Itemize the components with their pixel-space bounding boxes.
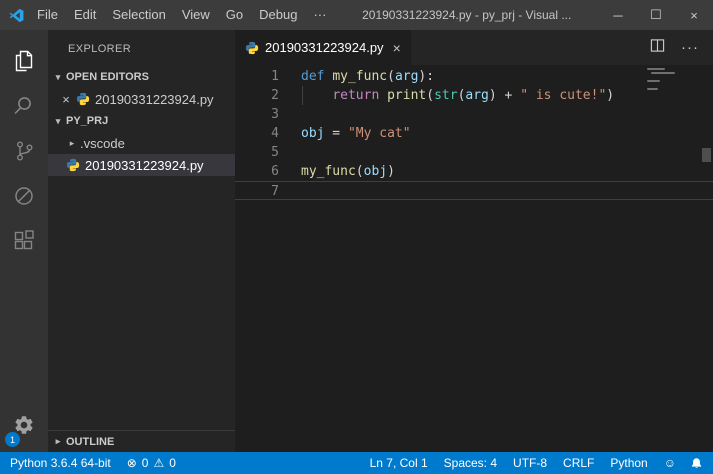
explorer-sidebar: EXPLORER ▾ OPEN EDITORS × 20190331223924… — [48, 30, 235, 452]
debug-icon[interactable] — [0, 173, 48, 218]
editor-more-actions-icon[interactable]: ··· — [681, 40, 699, 55]
source-control-icon[interactable] — [0, 128, 48, 173]
indentation-setting[interactable]: Spaces: 4 — [436, 452, 505, 474]
code-text: my_func(obj) — [301, 164, 395, 179]
menu-more-icon[interactable]: ··· — [305, 0, 334, 30]
open-editors-header[interactable]: ▾ OPEN EDITORS — [48, 66, 235, 88]
search-icon[interactable] — [0, 83, 48, 128]
code-editor[interactable]: 1 def my_func(arg): 2 return print(str(arg… — [235, 65, 713, 452]
code-line[interactable]: 6 my_func(obj) — [235, 162, 713, 181]
vscode-window: File Edit Selection View Go Debug ··· 20… — [0, 0, 713, 474]
code-line[interactable]: 3 — [235, 105, 713, 124]
problems-indicator[interactable]: ⊗ 0 ⚠ 0 — [119, 452, 184, 474]
code-line[interactable]: 5 — [235, 143, 713, 162]
minimap[interactable] — [647, 68, 675, 92]
activity-bar: 1 — [0, 30, 48, 452]
project-folder-label: PY_PRJ — [66, 115, 109, 127]
folder-name: .vscode — [80, 135, 125, 151]
file-item-selected[interactable]: 20190331223924.py — [48, 154, 235, 176]
code-text: return print(str(arg) + " is cute!") — [332, 88, 615, 103]
split-editor-icon[interactable] — [650, 38, 665, 58]
feedback-smiley-icon[interactable]: ☺ — [656, 452, 684, 474]
open-editors-label: OPEN EDITORS — [66, 71, 149, 83]
code-line[interactable]: 2 return print(str(arg) + " is cute!") — [235, 86, 713, 105]
chevron-down-icon: ▾ — [55, 115, 61, 126]
title-bar: File Edit Selection View Go Debug ··· 20… — [0, 0, 713, 30]
chevron-right-icon: ▸ — [69, 137, 75, 148]
outline-label: OUTLINE — [66, 435, 115, 448]
python-file-icon — [66, 158, 80, 172]
editor-group: 20190331223924.py × ··· 1 def my_func(arg… — [235, 30, 713, 452]
minimize-button[interactable]: ─ — [599, 0, 637, 30]
line-number: 3 — [271, 107, 279, 122]
workbench: 1 EXPLORER ▾ OPEN EDITORS × 201903312239… — [0, 30, 713, 452]
menu-selection[interactable]: Selection — [104, 0, 173, 30]
scrollbar-thumb[interactable] — [702, 148, 711, 162]
encoding-setting[interactable]: UTF-8 — [505, 452, 555, 474]
explorer-icon[interactable] — [0, 38, 48, 83]
project-folder-header[interactable]: ▾ PY_PRJ — [48, 110, 235, 132]
warning-icon: ⚠ — [153, 456, 165, 470]
window-title: 20190331223924.py - py_prj - Visual ... — [362, 8, 572, 22]
code-text: def my_func(arg): — [301, 69, 435, 84]
chevron-right-icon: ▸ — [55, 436, 61, 446]
code-line[interactable]: 4 obj = "My cat" — [235, 124, 713, 143]
settings-gear-icon[interactable]: 1 — [0, 404, 48, 447]
line-number: 4 — [271, 126, 279, 141]
indent-guide — [302, 86, 303, 105]
sidebar-title: EXPLORER — [68, 43, 132, 55]
tab-bar: 20190331223924.py × ··· — [235, 30, 713, 65]
close-editor-icon[interactable]: × — [58, 92, 74, 107]
line-number: 2 — [271, 88, 279, 103]
status-bar-right: Ln 7, Col 1 Spaces: 4 UTF-8 CRLF Python … — [360, 452, 713, 474]
close-tab-icon[interactable]: × — [393, 40, 401, 56]
python-file-icon — [245, 41, 259, 55]
tab-label: 20190331223924.py — [265, 40, 384, 55]
menu-edit[interactable]: Edit — [66, 0, 104, 30]
language-mode[interactable]: Python — [602, 452, 655, 474]
menu-view[interactable]: View — [174, 0, 218, 30]
warning-count: 0 — [169, 456, 176, 470]
close-window-button[interactable]: × — [675, 0, 713, 30]
error-count: 0 — [141, 456, 149, 470]
outline-header[interactable]: ▸ OUTLINE — [48, 430, 235, 452]
line-number: 6 — [271, 164, 279, 179]
open-editor-file-name: 20190331223924.py — [95, 91, 214, 107]
notifications-bell-icon[interactable] — [684, 452, 713, 474]
menu-bar: File Edit Selection View Go Debug ··· — [29, 0, 334, 30]
file-name: 20190331223924.py — [85, 157, 204, 173]
error-icon: ⊗ — [126, 456, 137, 470]
chevron-down-icon: ▾ — [55, 71, 61, 82]
open-editor-item[interactable]: × 20190331223924.py — [48, 88, 235, 110]
code-line-current[interactable]: 7 — [235, 181, 713, 200]
code-lines: 1 def my_func(arg): 2 return print(str(arg… — [235, 67, 713, 200]
code-text: obj = "My cat" — [301, 126, 411, 141]
tab-active[interactable]: 20190331223924.py × — [235, 30, 411, 65]
line-number: 7 — [271, 184, 279, 199]
eol-setting[interactable]: CRLF — [555, 452, 602, 474]
cursor-position[interactable]: Ln 7, Col 1 — [360, 452, 436, 474]
editor-actions: ··· — [650, 30, 713, 65]
maximize-button[interactable]: ☐ — [637, 0, 675, 30]
menu-go[interactable]: Go — [218, 0, 251, 30]
status-bar-left: Python 3.6.4 64-bit ⊗ 0 ⚠ 0 — [0, 452, 184, 474]
menu-debug[interactable]: Debug — [251, 0, 305, 30]
vscode-logo-icon — [9, 8, 24, 23]
folder-item-vscode[interactable]: ▸ .vscode — [48, 132, 235, 154]
settings-badge: 1 — [5, 432, 20, 447]
extensions-icon[interactable] — [0, 218, 48, 263]
window-controls: ─ ☐ × — [599, 0, 713, 30]
line-number: 5 — [271, 145, 279, 160]
menu-file[interactable]: File — [29, 0, 66, 30]
status-bar: Python 3.6.4 64-bit ⊗ 0 ⚠ 0 Ln 7, Col 1 … — [0, 452, 713, 474]
python-interpreter[interactable]: Python 3.6.4 64-bit — [0, 452, 119, 474]
code-line[interactable]: 1 def my_func(arg): — [235, 67, 713, 86]
line-number: 1 — [271, 69, 279, 84]
python-file-icon — [76, 92, 90, 106]
